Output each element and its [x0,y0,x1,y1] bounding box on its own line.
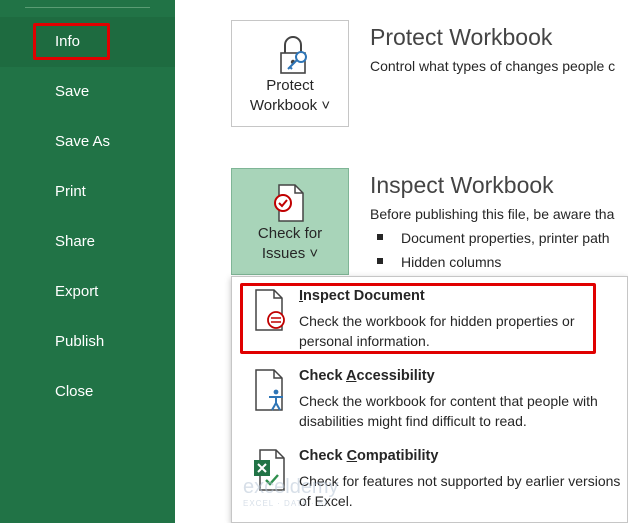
sidebar-item-save[interactable]: Save [0,67,175,117]
sidebar-item-print[interactable]: Print [0,167,175,217]
sidebar-item-export[interactable]: Export [0,267,175,317]
inspect-workbook-description: Before publishing this file, be aware th… [370,206,615,222]
check-for-issues-button[interactable]: Check for Issues ˅ [231,168,349,275]
check-compatibility-description: Check for features not supported by earl… [299,473,621,509]
protect-tile-label-1: Protect [266,77,314,94]
accessibility-icon [255,369,283,411]
inspect-bullet-text: Document properties, printer path [401,230,610,246]
protect-workbook-button[interactable]: Protect Workbook ˅ [231,20,349,127]
sidebar-item-save-as[interactable]: Save As [0,117,175,167]
sidebar-item-publish[interactable]: Publish [0,317,175,367]
inspect-document-description: Check the workbook for hidden properties… [299,313,575,349]
inspect-bullet: Document properties, printer path [377,230,610,246]
inspect-bullet-text: Hidden columns [401,254,502,270]
sidebar-item-info[interactable]: Info [0,17,175,67]
sidebar-item-label: Publish [55,333,105,350]
check-accessibility-title: Check Accessibility [299,368,435,384]
issues-tile-label-2: Issues ˅ [261,245,319,262]
sidebar-item-label: Share [55,233,96,250]
bullet-square-icon [377,258,383,265]
sidebar-item-label: Export [55,283,99,300]
sidebar-item-share[interactable]: Share [0,217,175,267]
sidebar-item-label: Close [55,383,94,400]
sidebar-item-label: Info [55,33,81,50]
menu-item-inspect-document[interactable]: Inspect Document Check the workbook for … [232,280,628,360]
sidebar-divider [25,7,150,8]
check-compatibility-title: Check Compatibility [299,448,439,464]
document-check-icon [274,184,304,222]
sidebar-item-label: Save As [55,133,111,150]
sidebar-item-label: Print [55,183,86,200]
bullet-square-icon [377,234,383,241]
inspect-bullet: Hidden columns [377,254,501,270]
lock-key-icon [280,36,307,74]
issues-tile-label-1: Check for [257,225,323,242]
backstage-sidebar: Info Save Save As Print Share Export Pub… [0,0,175,523]
watermark-logo: exceldemy EXCEL · DATA · BI [243,476,339,508]
protect-workbook-title: Protect Workbook [370,24,553,50]
protect-tile-label-2: Workbook ˅ [249,97,331,114]
sidebar-item-label: Save [55,83,90,100]
inspect-document-icon [255,289,285,331]
inspect-workbook-title: Inspect Workbook [370,172,554,198]
menu-item-check-accessibility[interactable]: Check Accessibility Check the workbook f… [232,360,628,440]
check-accessibility-description: Check the workbook for content that peop… [299,393,598,429]
sidebar-item-close[interactable]: Close [0,367,175,417]
inspect-document-title: Inspect Document [299,288,425,304]
protect-workbook-description: Control what types of changes people c [370,58,616,74]
